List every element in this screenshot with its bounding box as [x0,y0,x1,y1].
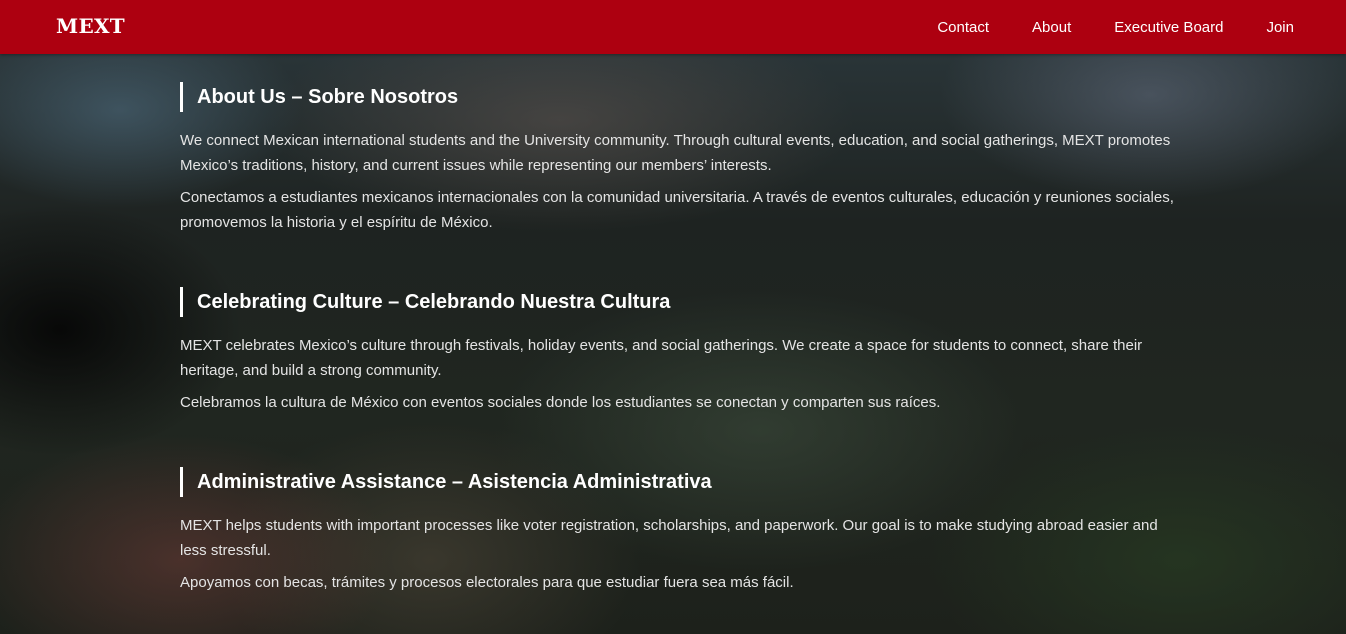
section-celebrating-culture: Celebrating Culture – Celebrando Nuestra… [180,287,1180,415]
section-paragraph-english: MEXT helps students with important proce… [180,517,1158,559]
nav-menu: Contact About Executive Board Join [937,0,1294,54]
section-title: Administrative Assistance – Asistencia A… [180,467,1180,497]
section-paragraph-english: We connect Mexican international student… [180,132,1171,174]
main-content: About Us – Sobre Nosotros We connect Mex… [180,82,1180,602]
section-paragraph-spanish: Celebramos la cultura de México con even… [180,394,941,411]
section-title: About Us – Sobre Nosotros [180,82,1180,112]
top-navbar: MEXT Contact About Executive Board Join [0,0,1346,54]
nav-link-contact[interactable]: Contact [937,19,989,36]
section-paragraph-english: MEXT celebrates Mexico’s culture through… [180,337,1143,379]
section-paragraph-spanish: Conectamos a estudiantes mexicanos inter… [180,189,1174,231]
section-paragraph-spanish: Apoyamos con becas, trámites y procesos … [180,574,794,591]
section-title: Celebrating Culture – Celebrando Nuestra… [180,287,1180,317]
brand-logo-link[interactable]: MEXT [56,13,125,39]
section-administrative-assistance: Administrative Assistance – Asistencia A… [180,467,1180,595]
section-about-us: About Us – Sobre Nosotros We connect Mex… [180,82,1180,235]
nav-link-join[interactable]: Join [1266,19,1294,36]
nav-link-about[interactable]: About [1032,19,1071,36]
nav-link-executive-board[interactable]: Executive Board [1114,19,1223,36]
